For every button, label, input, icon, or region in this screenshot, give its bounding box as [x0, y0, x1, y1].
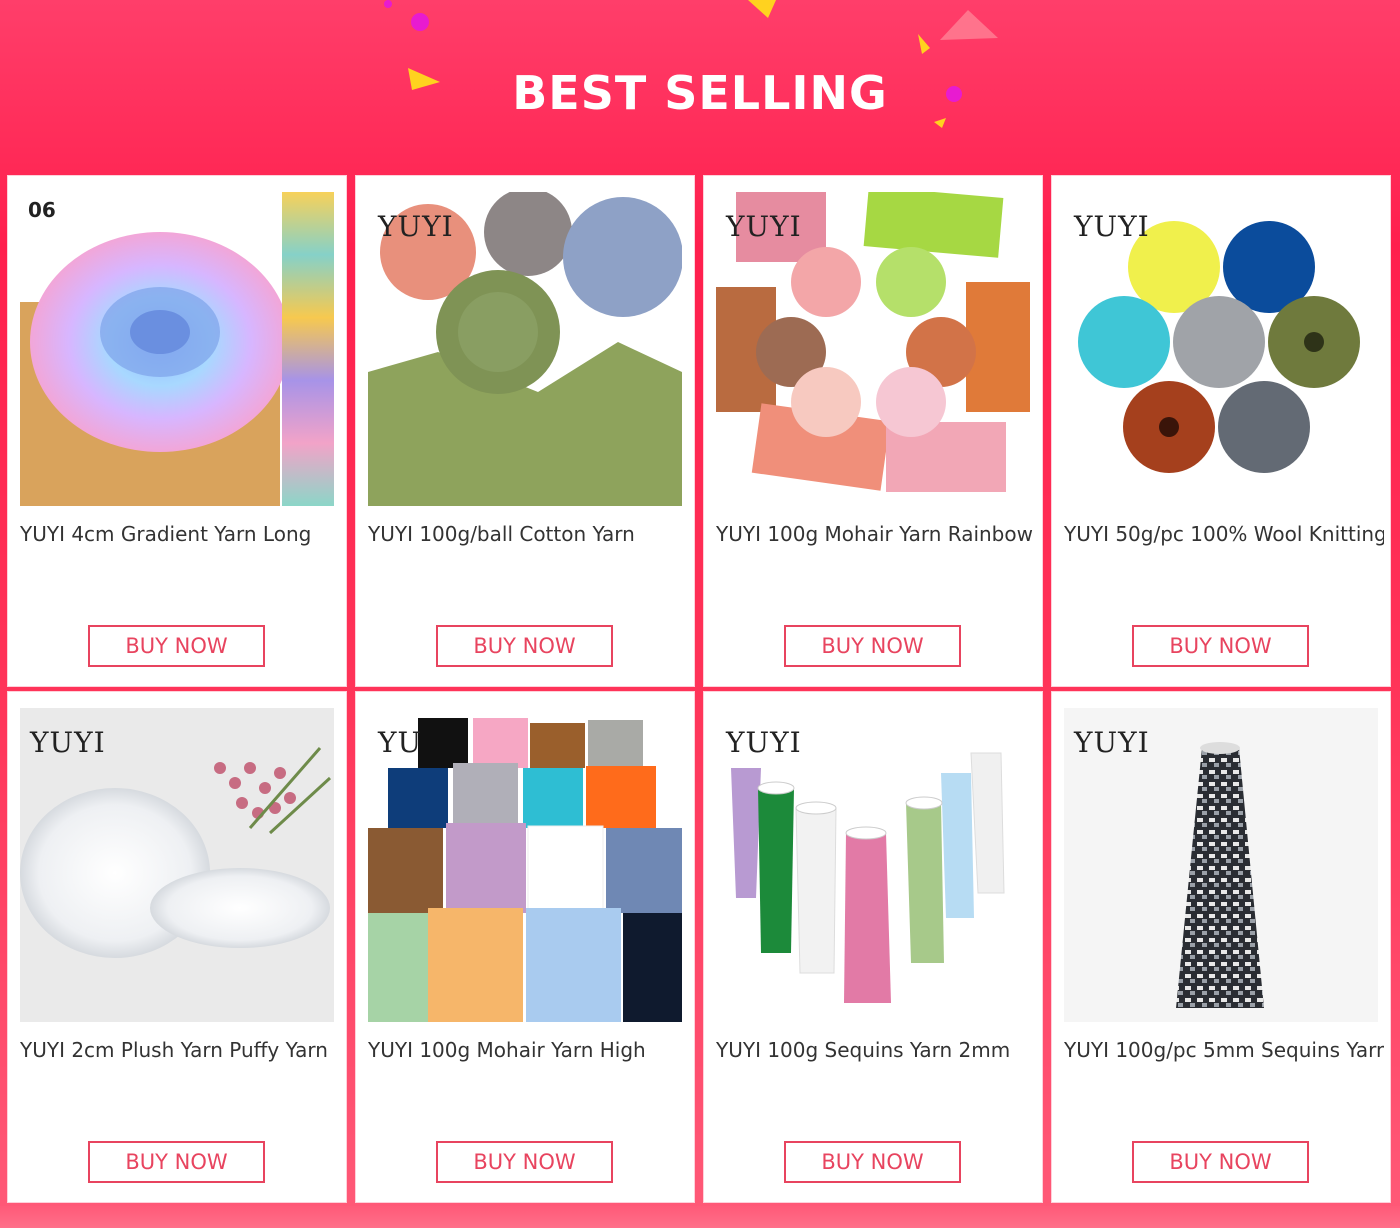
buy-now-button[interactable]: BUY NOW — [1132, 625, 1309, 667]
buy-now-button[interactable]: BUY NOW — [436, 625, 613, 667]
product-card[interactable]: YUYI YUYI 100g/ball Cotton Yarn BUY NOW — [356, 176, 694, 686]
cotton-yarn-balls-image[interactable]: YUYI — [368, 192, 682, 506]
product-card[interactable]: YUYI YUYI 50g/pc 100% Wool Knitting BUY … — [1052, 176, 1390, 686]
bottom-strip — [0, 1206, 1400, 1228]
photo-label: YUYI — [30, 726, 106, 759]
photo-label: YUYI — [378, 210, 454, 243]
photo-label: YUYI — [1074, 726, 1150, 759]
buy-now-button[interactable]: BUY NOW — [784, 1141, 961, 1183]
buy-now-button[interactable]: BUY NOW — [436, 1141, 613, 1183]
product-card[interactable]: YUYI YUYI 100g Sequins Yarn 2mm BUY NOW — [704, 692, 1042, 1202]
photo-label: 06 — [28, 198, 56, 222]
product-title[interactable]: YUYI 2cm Plush Yarn Puffy Yarn — [20, 1038, 340, 1062]
wool-yarn-balls-image[interactable]: YUYI — [1064, 192, 1378, 506]
best-selling-banner: BEST SELLING — [0, 0, 1400, 176]
sequins-2mm-cones-image[interactable]: YUYI — [716, 708, 1030, 1022]
rainbow-fur-yarn-image[interactable]: 06 — [20, 192, 334, 506]
buy-now-button[interactable]: BUY NOW — [88, 625, 265, 667]
product-card[interactable]: YUYI YUYI 2cm Plush Yarn Puffy Yarn BUY … — [8, 692, 346, 1202]
photo-label: YUYI — [1074, 210, 1150, 243]
sequins-5mm-cone-image[interactable]: YUYI — [1064, 708, 1378, 1022]
product-title[interactable]: YUYI 100g Mohair Yarn High — [368, 1038, 688, 1062]
buy-now-button[interactable]: BUY NOW — [784, 625, 961, 667]
product-card[interactable]: 06 YUYI 4cm Gradient Yarn Long BUY NOW — [8, 176, 346, 686]
product-title[interactable]: YUYI 100g/pc 5mm Sequins Yarn — [1064, 1038, 1384, 1062]
product-title[interactable]: YUYI 50g/pc 100% Wool Knitting — [1064, 522, 1384, 546]
product-title[interactable]: YUYI 100g Sequins Yarn 2mm — [716, 1038, 1036, 1062]
photo-label: YUYI — [726, 726, 802, 759]
mohair-high-yarn-image[interactable]: YU — [368, 708, 682, 1022]
product-grid: 06 YUYI 4cm Gradient Yarn Long BUY NOW Y… — [8, 176, 1392, 1204]
plush-puffy-yarn-image[interactable]: YUYI — [20, 708, 334, 1022]
photo-label: YU — [378, 726, 423, 759]
page-title: BEST SELLING — [512, 66, 888, 120]
product-card[interactable]: YU YUYI 100g Mohair Yarn High BUY NOW — [356, 692, 694, 1202]
buy-now-button[interactable]: BUY NOW — [1132, 1141, 1309, 1183]
product-title[interactable]: YUYI 100g Mohair Yarn Rainbow — [716, 522, 1036, 546]
mohair-rainbow-yarn-image[interactable]: YUYI — [716, 192, 1030, 506]
product-card[interactable]: YUYI YUYI 100g Mohair Yarn Rainbow BUY N… — [704, 176, 1042, 686]
product-title[interactable]: YUYI 4cm Gradient Yarn Long — [20, 522, 340, 546]
buy-now-button[interactable]: BUY NOW — [88, 1141, 265, 1183]
product-card[interactable]: YUYI YUYI 100g/pc 5mm Sequins Yarn BUY N… — [1052, 692, 1390, 1202]
product-title[interactable]: YUYI 100g/ball Cotton Yarn — [368, 522, 688, 546]
photo-label: YUYI — [726, 210, 802, 243]
